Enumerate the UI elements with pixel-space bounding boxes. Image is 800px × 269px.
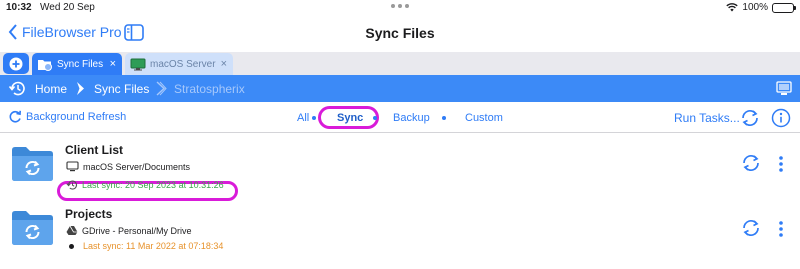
breadcrumb-sync-files[interactable]: Sync Files	[94, 82, 149, 96]
task-last-sync-text: Last sync: 20 Sep 2023 at 10:31:26	[82, 180, 224, 190]
toolbar-divider	[0, 132, 800, 133]
task-location-text: macOS Server/Documents	[83, 161, 191, 172]
chevron-right-icon	[77, 82, 84, 95]
multitasking-dots[interactable]	[391, 4, 409, 8]
task-title: Projects	[65, 207, 113, 221]
filter-backup[interactable]: Backup	[393, 112, 430, 124]
more-options-icon[interactable]	[778, 220, 784, 238]
navigation-bar: FileBrowser Pro Sync Files	[0, 16, 800, 50]
filter-sync[interactable]: Sync	[337, 112, 363, 124]
status-dot-icon	[69, 243, 74, 249]
close-tab-button[interactable]: ×	[110, 58, 116, 70]
tab-label: macOS Server	[150, 58, 216, 70]
clock-icon	[66, 180, 78, 190]
refresh-icon	[9, 110, 21, 123]
task-last-sync-text: Last sync: 11 Mar 2022 at 07:18:34	[83, 241, 224, 251]
status-bar: 10:32 Wed 20 Sep 100%	[0, 0, 800, 16]
sync-all-icon[interactable]	[740, 109, 760, 127]
info-icon[interactable]	[771, 108, 791, 128]
task-location-text: GDrive - Personal/My Drive	[82, 225, 192, 236]
filter-custom[interactable]: Custom	[465, 112, 503, 124]
status-time: 10:32	[6, 2, 32, 13]
filter-separator	[312, 116, 316, 120]
page-title: Sync Files	[365, 25, 435, 41]
background-refresh-button[interactable]: Background Refresh	[8, 110, 126, 124]
wifi-icon	[726, 3, 739, 12]
background-refresh-label: Background Refresh	[26, 111, 127, 123]
monitor-icon	[66, 161, 79, 172]
filter-toolbar: Background Refresh All Sync Backup Custo…	[0, 104, 800, 131]
task-last-sync: Last sync: 11 Mar 2022 at 07:18:34	[66, 241, 223, 251]
plus-circle-icon	[9, 57, 23, 70]
task-location: macOS Server/Documents	[66, 161, 190, 172]
history-icon[interactable]	[8, 80, 26, 97]
breadcrumb-stratospherix[interactable]: Stratospherix	[174, 82, 245, 96]
breadcrumb: Home Sync Files Stratospherix	[0, 75, 800, 102]
task-row-client-list[interactable]: Client List macOS Server/Documents Last …	[0, 142, 800, 201]
monitor-icon	[130, 58, 146, 71]
task-title: Client List	[65, 143, 124, 157]
status-date: Wed 20 Sep	[40, 2, 95, 13]
server-icon[interactable]	[776, 81, 792, 96]
sync-now-icon[interactable]	[741, 219, 761, 237]
more-options-icon[interactable]	[778, 155, 784, 173]
battery-percent: 100%	[742, 2, 768, 13]
tab-strip: Sync Files × macOS Server ×	[0, 52, 800, 75]
sync-files-icon	[37, 58, 53, 71]
run-tasks-button[interactable]: Run Tasks...	[674, 111, 740, 125]
battery-icon	[772, 2, 796, 13]
tab-label: Sync Files	[57, 58, 104, 70]
tab-sync-files[interactable]: Sync Files ×	[32, 53, 122, 75]
breadcrumb-home[interactable]: Home	[35, 82, 67, 96]
chevron-right-icon	[156, 81, 167, 96]
filter-separator	[442, 116, 446, 120]
task-location: GDrive - Personal/My Drive	[66, 225, 192, 236]
sync-folder-icon	[12, 147, 53, 181]
task-row-projects[interactable]: Projects GDrive - Personal/My Drive Last…	[0, 205, 800, 261]
sync-now-icon[interactable]	[741, 154, 761, 172]
close-tab-button[interactable]: ×	[221, 58, 227, 70]
google-drive-icon	[66, 225, 78, 235]
sync-folder-icon	[12, 211, 53, 245]
tab-macos-server[interactable]: macOS Server ×	[125, 53, 233, 75]
task-last-sync: Last sync: 20 Sep 2023 at 10:31:26	[66, 179, 224, 191]
filter-separator	[373, 116, 377, 120]
filter-all[interactable]: All	[297, 112, 309, 124]
add-tab-button[interactable]	[3, 53, 29, 74]
